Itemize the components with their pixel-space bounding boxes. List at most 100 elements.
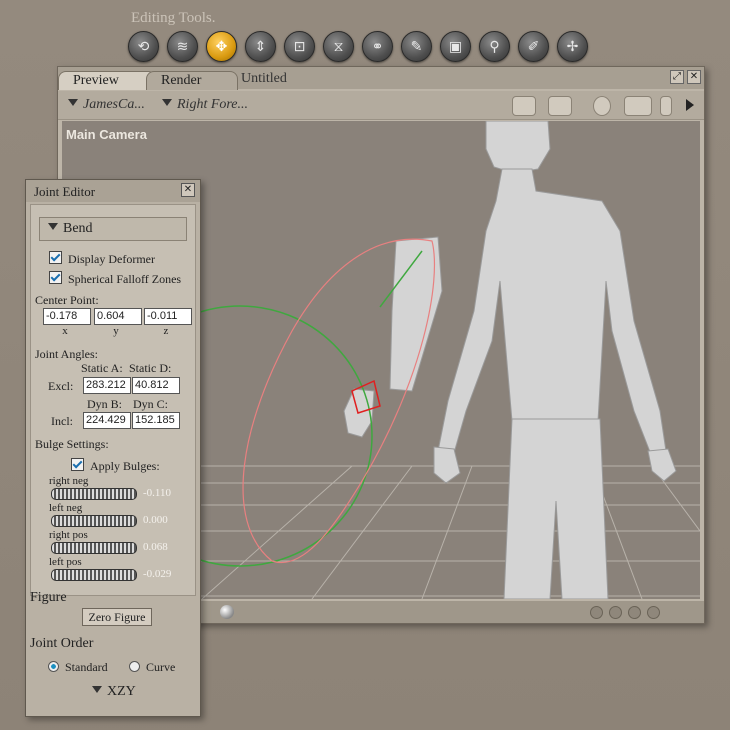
light-sphere-icon[interactable] <box>220 605 234 619</box>
checkbox-icon <box>49 251 62 264</box>
memory-dot-icon[interactable] <box>647 606 660 619</box>
close-icon[interactable]: ✕ <box>687 70 701 84</box>
camera-controls-bar: JamesCa... Right Fore... <box>58 91 704 120</box>
dyn-b-label: Dyn B: <box>87 397 123 411</box>
mode-value: Bend <box>63 221 93 236</box>
direct-manipulation-icon[interactable]: ✢ <box>557 31 588 62</box>
camera-label: Main Camera <box>66 127 147 142</box>
dyn-b-field[interactable]: 224.429 <box>83 412 131 429</box>
incl-label: Incl: <box>51 414 73 428</box>
spherical-falloff-checkbox[interactable]: Spherical Falloff Zones <box>49 271 181 287</box>
chevron-down-icon <box>92 686 102 693</box>
joint-order-dropdown[interactable]: XZY <box>92 684 136 700</box>
taper-icon[interactable]: ⧖ <box>323 31 354 62</box>
joint-editor-panel: Joint Editor ✕ Bend Display Deformer Sph… <box>25 179 201 717</box>
joint-editor-body: Bend Display Deformer Spherical Falloff … <box>30 204 196 596</box>
camera-select-icon[interactable] <box>548 96 572 116</box>
axis-z-label: z <box>163 325 169 337</box>
figure-dropdown-value: JamesCa... <box>83 97 145 112</box>
display-deformer-label: Display Deformer <box>68 252 155 266</box>
bulge-right-pos-label: right pos <box>49 529 88 541</box>
menu-arrow-icon[interactable] <box>686 99 694 111</box>
static-d-field[interactable]: 40.812 <box>132 377 180 394</box>
grouping-icon[interactable]: ▣ <box>440 31 471 62</box>
morph-brush-icon[interactable]: ✐ <box>518 31 549 62</box>
document-title: Untitled <box>241 71 287 86</box>
memory-dot-icon[interactable] <box>609 606 622 619</box>
joint-editor-titlebar[interactable]: Joint Editor ✕ <box>26 180 200 202</box>
tab-preview[interactable]: Preview <box>58 71 156 90</box>
maximize-icon[interactable]: ⤢ <box>670 70 684 84</box>
face-camera-icon[interactable] <box>593 96 611 116</box>
dyn-c-label: Dyn C: <box>133 397 169 411</box>
bulge-right-neg-slider[interactable] <box>51 488 137 500</box>
figure-right-arm <box>343 236 443 438</box>
memory-dot-icon[interactable] <box>590 606 603 619</box>
hand-camera-icon[interactable] <box>660 96 672 116</box>
display-deformer-checkbox[interactable]: Display Deformer <box>49 251 155 267</box>
zero-figure-button[interactable]: Zero Figure <box>82 608 152 626</box>
bulge-left-pos-slider[interactable] <box>51 569 137 581</box>
move-xy-icon[interactable] <box>624 96 652 116</box>
scale-icon[interactable]: ⊡ <box>284 31 315 62</box>
memory-dot-icon[interactable] <box>628 606 641 619</box>
chevron-down-icon <box>48 223 58 230</box>
rotate-icon[interactable]: ⟲ <box>128 31 159 62</box>
bulge-settings-label: Bulge Settings: <box>35 437 109 451</box>
translate-in-out-icon[interactable]: ⇕ <box>245 31 276 62</box>
center-x-field[interactable]: -0.178 <box>43 308 91 325</box>
camera-icon[interactable] <box>512 96 536 116</box>
bulge-right-neg-value: -0.110 <box>143 487 172 499</box>
joint-editor-title: Joint Editor <box>34 184 96 199</box>
tab-render[interactable]: Render <box>146 71 238 90</box>
curve-label: Curve <box>146 660 176 674</box>
bulge-left-neg-value: 0.000 <box>143 514 168 526</box>
chevron-down-icon <box>162 99 172 106</box>
bulge-right-neg-label: right neg <box>49 475 89 487</box>
close-icon[interactable]: ✕ <box>181 183 195 197</box>
view-magnifier-icon[interactable]: ⚲ <box>479 31 510 62</box>
axis-y-label: y <box>113 325 119 337</box>
bulge-left-pos-value: -0.029 <box>143 568 172 580</box>
human-figure <box>433 121 677 599</box>
chain-break-icon[interactable]: ⚭ <box>362 31 393 62</box>
editing-toolbar: ⟲ ≋ ✥ ⇕ ⊡ ⧖ ⚭ ✎ ▣ ⚲ ✐ ✢ <box>128 31 588 63</box>
axis-x-label: x <box>62 325 68 337</box>
curve-radio[interactable]: Curve <box>129 660 175 675</box>
standard-label: Standard <box>65 660 108 674</box>
static-d-label: Static D: <box>129 361 172 375</box>
bulge-right-pos-value: 0.068 <box>143 541 168 553</box>
checkbox-icon <box>71 458 84 471</box>
chevron-down-icon <box>68 99 78 106</box>
radio-selected-icon <box>48 661 59 672</box>
body-part-dropdown-value: Right Fore... <box>177 97 249 112</box>
mode-dropdown[interactable]: Bend <box>39 217 187 241</box>
tab-bar: Preview Render Untitled ⤢ ✕ <box>58 67 704 90</box>
apply-bulges-label: Apply Bulges: <box>90 459 160 473</box>
joint-angles-label: Joint Angles: <box>35 347 99 361</box>
twist-icon[interactable]: ≋ <box>167 31 198 62</box>
bulge-left-neg-label: left neg <box>49 502 83 514</box>
standard-radio[interactable]: Standard <box>48 660 108 675</box>
center-y-field[interactable]: 0.604 <box>94 308 142 325</box>
joint-order-label: Joint Order <box>30 636 94 651</box>
spherical-falloff-label: Spherical Falloff Zones <box>68 272 182 286</box>
center-point-label: Center Point: <box>35 293 99 307</box>
figure-dropdown[interactable]: JamesCa... <box>68 97 145 113</box>
body-part-dropdown[interactable]: Right Fore... <box>162 97 248 113</box>
static-a-field[interactable]: 283.212 <box>83 377 131 394</box>
excl-label: Excl: <box>48 379 74 393</box>
translate-icon[interactable]: ✥ <box>206 31 237 62</box>
joint-order-value: XZY <box>107 684 136 699</box>
apply-bulges-checkbox[interactable]: Apply Bulges: <box>71 458 160 474</box>
editing-tools-label: Editing Tools. <box>131 10 216 26</box>
center-z-field[interactable]: -0.011 <box>144 308 192 325</box>
checkbox-icon <box>49 271 62 284</box>
dyn-c-field[interactable]: 152.185 <box>132 412 180 429</box>
bulge-left-neg-slider[interactable] <box>51 515 137 527</box>
color-icon[interactable]: ✎ <box>401 31 432 62</box>
bulge-left-pos-label: left pos <box>49 556 82 568</box>
static-a-label: Static A: <box>81 361 123 375</box>
figure-section-label: Figure <box>30 590 67 605</box>
bulge-right-pos-slider[interactable] <box>51 542 137 554</box>
